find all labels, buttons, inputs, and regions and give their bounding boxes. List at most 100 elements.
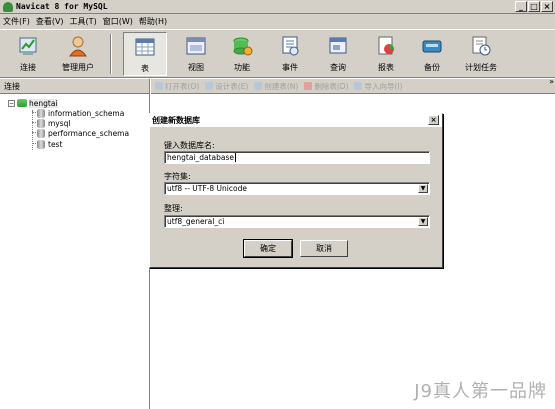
menu-file[interactable]: 文件(F) (3, 16, 30, 27)
window-title: Navicat 8 for MySQL (16, 2, 108, 11)
toolbar-backup-button[interactable]: 备份 (410, 32, 454, 76)
dialog-title-bar: 创建新数据库 × (150, 114, 442, 127)
report-icon (375, 35, 397, 57)
create-database-dialog: 创建新数据库 × 键入数据库名: hengtai_database 字符集: u… (149, 113, 443, 268)
create-table-label: 创建表(N) (264, 81, 299, 91)
maximize-button[interactable]: □ (528, 1, 540, 12)
database-name-value: hengtai_database (167, 153, 235, 162)
dialog-close-button[interactable]: × (428, 115, 439, 125)
toolbar-table-button[interactable]: 表 (123, 32, 167, 76)
import-wizard-button[interactable]: 导入向导(I) (354, 81, 403, 92)
open-table-icon (155, 82, 163, 90)
delete-table-button[interactable]: 删除表(D) (304, 81, 348, 92)
charset-label: 字符集: (164, 172, 191, 181)
toolbar-view-label: 视图 (188, 63, 204, 72)
connection-icon (17, 99, 27, 107)
toolbar-backup-label: 备份 (424, 63, 440, 72)
toolbar-event-label: 事件 (282, 63, 298, 72)
toolbar-separator (110, 34, 112, 74)
open-table-label: 打开表(O) (165, 81, 200, 91)
create-table-icon (254, 82, 263, 90)
function-icon (231, 35, 253, 57)
toolbar-connect-label: 连接 (20, 63, 36, 72)
database-name: information_schema (48, 108, 125, 118)
delete-table-icon (304, 82, 313, 90)
toolbar-manage-users-button[interactable]: 管理用户 (56, 32, 100, 76)
toolbar-view-button[interactable]: 视图 (174, 32, 218, 76)
toolbar-function-button[interactable]: 功能 (220, 32, 264, 76)
collation-dropdown-icon[interactable]: ▼ (418, 217, 428, 226)
tree-node-connection[interactable]: − hengtai (8, 98, 58, 108)
tree-node-database[interactable]: mysql (37, 118, 71, 128)
toolbar-query-button[interactable]: 查询 (316, 32, 360, 76)
collapse-icon[interactable]: − (8, 99, 15, 107)
view-icon (185, 35, 207, 57)
menu-view[interactable]: 查看(V) (36, 16, 64, 27)
toolbar-function-label: 功能 (234, 63, 250, 72)
tree-node-database[interactable]: performance_schema (37, 128, 129, 138)
toolbar-report-button[interactable]: 报表 (364, 32, 408, 76)
query-icon (327, 35, 349, 57)
connect-icon (17, 35, 39, 57)
connection-panel-header: 连接 (0, 79, 149, 94)
database-icon (37, 128, 45, 138)
tree-line (32, 110, 33, 150)
window-controls: _ □ × (515, 1, 553, 12)
title-bar: Navicat 8 for MySQL _ □ × (0, 0, 555, 14)
tree-node-database[interactable]: test (37, 139, 62, 149)
connection-name: hengtai (29, 98, 58, 108)
toolbar-connect-button[interactable]: 连接 (6, 32, 50, 76)
close-button[interactable]: × (541, 1, 553, 12)
design-table-button[interactable]: 设计表(E) (205, 81, 248, 92)
navicat-app-icon (3, 1, 13, 12)
panel-overflow-icon[interactable]: » (549, 77, 554, 86)
create-table-button[interactable]: 创建表(N) (254, 81, 298, 92)
collation-value: utf8_general_ci (167, 217, 225, 226)
charset-dropdown-icon[interactable]: ▼ (418, 184, 428, 193)
menu-window[interactable]: 窗口(W) (103, 16, 133, 27)
toolbar-schedule-label: 计划任务 (465, 63, 497, 72)
database-icon (37, 139, 45, 149)
menu-help[interactable]: 帮助(H) (139, 16, 167, 27)
toolbar-report-label: 报表 (378, 63, 394, 72)
minimize-button[interactable]: _ (515, 1, 527, 12)
watermark-text: J9真人第一品牌 (414, 381, 547, 402)
toolbar-query-label: 查询 (330, 63, 346, 72)
database-icon (37, 118, 45, 128)
user-icon (67, 35, 89, 57)
object-toolbar: 打开表(O) 设计表(E) 创建表(N) 删除表(D) 导入向导(I) (151, 79, 555, 94)
main-toolbar: 连接 管理用户 表 视图 功能 事件 查询 报表 备份 计划任务 (0, 29, 555, 83)
menu-bar: 文件(F) 查看(V) 工具(T) 窗口(W) 帮助(H) (0, 14, 555, 29)
delete-table-label: 删除表(D) (314, 81, 349, 91)
tree-node-database[interactable]: information_schema (37, 108, 124, 118)
toolbar-schedule-button[interactable]: 计划任务 (459, 32, 503, 76)
toolbar-event-button[interactable]: 事件 (268, 32, 312, 76)
event-icon (279, 35, 301, 57)
menu-tools[interactable]: 工具(T) (70, 16, 97, 27)
collation-label: 整理: (164, 204, 183, 213)
charset-select[interactable]: utf8 -- UTF-8 Unicode ▼ (164, 182, 430, 195)
database-name: mysql (48, 118, 71, 128)
database-name: test (48, 139, 63, 149)
database-icon (37, 108, 45, 118)
table-icon (134, 36, 156, 58)
text-cursor (235, 153, 237, 162)
design-table-icon (205, 82, 214, 90)
import-wizard-label: 导入向导(I) (364, 81, 403, 91)
cancel-button[interactable]: 取消 (300, 240, 348, 257)
ok-button[interactable]: 确定 (243, 239, 293, 258)
database-name-label: 键入数据库名: (164, 141, 215, 150)
import-wizard-icon (354, 82, 363, 90)
toolbar-table-label: 表 (141, 64, 149, 73)
connection-panel: 连接 − hengtai information_schema mysql pe… (0, 79, 150, 409)
open-table-button[interactable]: 打开表(O) (155, 81, 199, 92)
toolbar-manage-users-label: 管理用户 (62, 63, 94, 72)
design-table-label: 设计表(E) (215, 81, 249, 91)
database-name: performance_schema (48, 128, 130, 138)
collation-select[interactable]: utf8_general_ci ▼ (164, 215, 430, 228)
dialog-title: 创建新数据库 (152, 116, 200, 125)
schedule-icon (470, 35, 492, 57)
backup-icon (421, 35, 443, 57)
database-name-input[interactable]: hengtai_database (164, 151, 430, 164)
charset-value: utf8 -- UTF-8 Unicode (167, 184, 247, 193)
